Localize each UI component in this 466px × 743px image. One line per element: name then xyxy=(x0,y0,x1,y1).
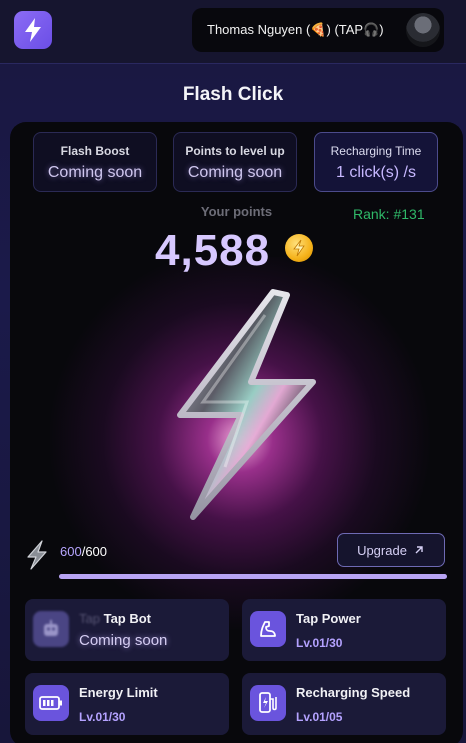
feature-name: Recharging Speed xyxy=(296,685,411,700)
stat-recharging-time: Recharging Time 1 click(s) /s xyxy=(314,132,438,192)
upgrade-label: Upgrade xyxy=(357,542,407,558)
rank-label: Rank: #131 xyxy=(353,206,425,222)
feature-level: Lv.01/05 xyxy=(296,710,343,724)
feature-name: Tap Power xyxy=(296,611,361,626)
arm-icon xyxy=(250,611,286,647)
energy-max: /600 xyxy=(81,544,108,559)
feature-status: Coming soon xyxy=(79,632,168,649)
feature-tap-bot[interactable]: Tap Tap Bot Coming soon xyxy=(25,599,229,661)
energy-current: 600 xyxy=(60,544,82,559)
energy-counter: 600/600 xyxy=(60,544,107,559)
stat-points-to-level-up: Points to level up Coming soon xyxy=(173,132,297,192)
lightning-icon xyxy=(25,18,41,42)
stat-value: 1 click(s) /s xyxy=(336,164,416,181)
feature-level: Lv.01/30 xyxy=(79,710,126,724)
page-title: Flash Click xyxy=(182,84,284,105)
battery-icon xyxy=(33,685,69,721)
app-logo-button[interactable] xyxy=(14,11,52,49)
stat-value: Coming soon xyxy=(187,164,283,181)
energy-progress-fill xyxy=(59,574,447,579)
feature-tap-power[interactable]: Tap Power Lv.01/30 xyxy=(242,599,446,661)
points-value: 4,588 xyxy=(155,226,271,275)
energy-bolt-icon xyxy=(24,540,50,575)
stat-title: Recharging Time xyxy=(330,144,422,158)
feature-name: Tap Tap Bot xyxy=(79,611,152,626)
upgrade-button[interactable]: Upgrade xyxy=(337,533,445,567)
feature-recharging-speed[interactable]: Recharging Speed Lv.01/05 xyxy=(242,673,446,735)
coin-icon xyxy=(285,234,313,262)
stat-title: Flash Boost xyxy=(60,144,130,158)
feature-ghost-text: Tap xyxy=(79,611,100,626)
arrow-up-right-icon xyxy=(415,546,423,554)
lightning-bolt-icon xyxy=(177,289,316,520)
avatar[interactable] xyxy=(406,13,440,47)
user-profile-pill[interactable]: Thomas Nguyen (🍕) (TAP🎧) xyxy=(192,8,444,52)
user-name: Thomas Nguyen (🍕) (TAP🎧) xyxy=(207,22,384,37)
stat-title: Points to level up xyxy=(185,144,285,158)
charging-station-icon xyxy=(250,685,286,721)
robot-icon xyxy=(33,611,69,647)
feature-name: Energy Limit xyxy=(79,685,158,700)
energy-progress-bar xyxy=(59,574,447,579)
feature-energy-limit[interactable]: Energy Limit Lv.01/30 xyxy=(25,673,229,735)
stat-value: Coming soon xyxy=(47,164,143,181)
stat-flash-boost: Flash Boost Coming soon xyxy=(33,132,157,192)
main-card: Flash Boost Coming soon Points to level … xyxy=(10,122,463,743)
top-bar: Thomas Nguyen (🍕) (TAP🎧) xyxy=(0,0,466,64)
tap-bolt[interactable] xyxy=(155,287,335,522)
feature-level: Lv.01/30 xyxy=(296,636,343,650)
